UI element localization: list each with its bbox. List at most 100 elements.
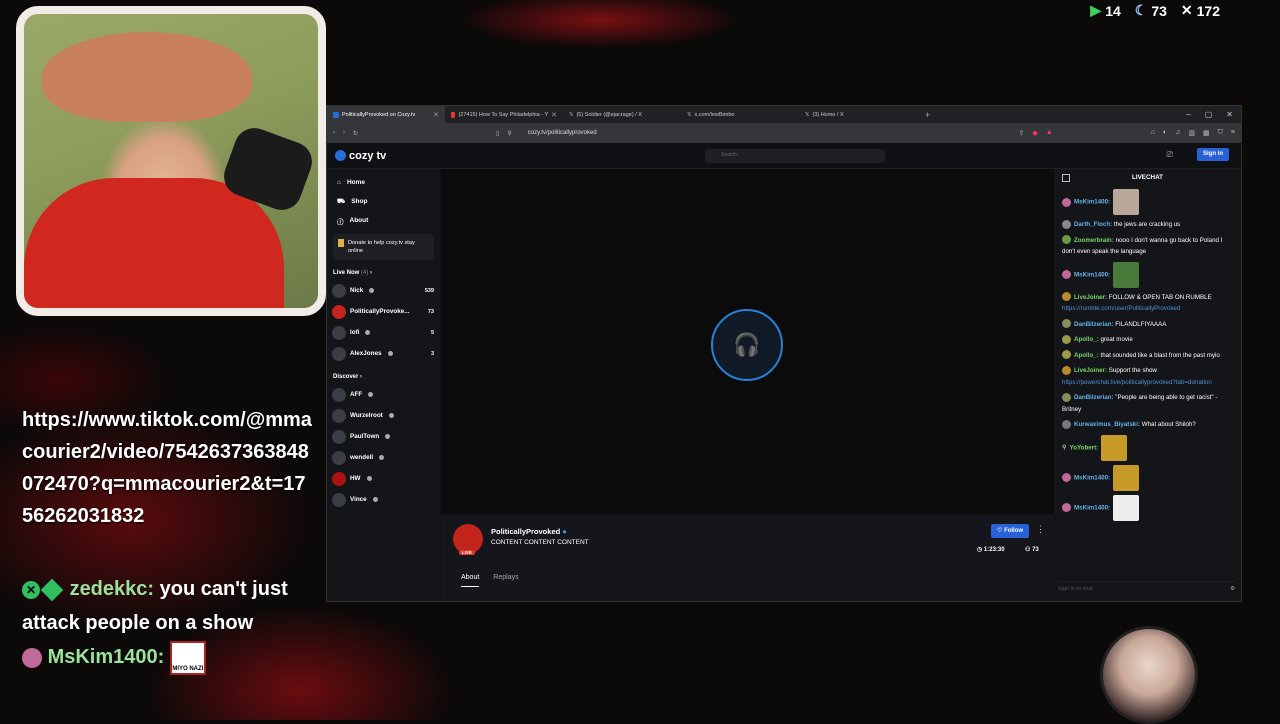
music-icon[interactable]: ♫ (1175, 129, 1180, 137)
discover-header[interactable]: Discover › (327, 368, 440, 384)
cowboy-hat (42, 32, 252, 122)
tab-strip: PoliticallyProvoked on Cozy.tv ✕ (27415) … (327, 106, 1241, 123)
url-field[interactable]: cozy.tv/politicallyprovoked (528, 130, 597, 136)
video-player[interactable]: 🎧 (441, 169, 1054, 514)
tab-replays[interactable]: Replays (493, 574, 518, 587)
menu-icon[interactable]: ≡ (1231, 129, 1235, 137)
close-window-icon[interactable]: ✕ (1226, 110, 1233, 119)
minimize-icon[interactable]: – (1186, 110, 1190, 119)
channel-lofi[interactable]: lofi 5 (327, 322, 440, 343)
sign-in-button[interactable]: Sign in (1197, 148, 1229, 161)
stream-info: LIVE PoliticallyProvoked ● CONTENT CONTE… (441, 514, 1054, 601)
tab-x-home[interactable]: 𝕏 (3) Home / X (799, 106, 917, 123)
chat-message: MsKim1400: (1054, 463, 1241, 493)
channel-paultown[interactable]: PaulTown (327, 426, 440, 447)
extension-icon[interactable]: ⌂ (1151, 129, 1155, 137)
chat-link[interactable]: https://powerchat.live/politicallyprovok… (1062, 379, 1212, 386)
chat-username[interactable]: MsKim1400: (1074, 199, 1110, 206)
chat-username[interactable]: LiveJoiner: (1074, 367, 1107, 374)
tab-cozy[interactable]: PoliticallyProvoked on Cozy.tv ✕ (327, 106, 445, 123)
chat-username[interactable]: DanBilzerian: (1074, 394, 1114, 401)
cast-icon[interactable]: ⎚ (1167, 150, 1173, 160)
user-badge-icon (1062, 392, 1071, 402)
chat-username[interactable]: Apollo_: (1074, 352, 1099, 359)
settings-icon[interactable]: ⚙ (1230, 586, 1235, 592)
share-icon[interactable]: ⇪ (1018, 129, 1024, 137)
bookmark-icon[interactable]: ▯ (496, 130, 499, 137)
channel-politicallyprovoked[interactable]: PoliticallyProvoke... 73 (327, 301, 440, 322)
more-options-icon[interactable]: ⋮ (1036, 524, 1045, 535)
channel-aff[interactable]: AFF (327, 384, 440, 405)
chat-username[interactable]: YoYobert: (1070, 444, 1099, 451)
rewards-icon[interactable]: ▲ (1046, 129, 1053, 137)
search-input[interactable]: Search (705, 149, 885, 163)
channel-wendell[interactable]: wendell (327, 447, 440, 468)
chat-username[interactable]: Darth_Floch: (1074, 221, 1112, 228)
tab-label: (5) Soldier (@ejacrage) / X (576, 111, 642, 118)
site-sidebar: ⌂ Home ⛟ Shop ⓘ About Donate to help cozy.t… (327, 169, 440, 601)
browser-window: PoliticallyProvoked on Cozy.tv ✕ (27415) … (326, 105, 1242, 602)
profile-icon[interactable]: ◐ (1163, 129, 1167, 137)
chat-username[interactable]: DanBilzerian: (1074, 321, 1114, 328)
chat-username[interactable]: MsKim1400: (1074, 474, 1110, 481)
sidebar-item-home[interactable]: ⌂ Home (327, 173, 440, 192)
wallet-icon[interactable]: ▦ (1203, 129, 1210, 137)
donate-banner[interactable]: Donate to help cozy.tv stay online (333, 234, 434, 260)
channel-nick[interactable]: Nick 539 (327, 280, 440, 301)
chat-username[interactable]: MsKim1400: (1074, 504, 1110, 511)
new-tab-icon[interactable]: + (917, 110, 938, 120)
channel-wurzelroot[interactable]: Wurzelroot (327, 405, 440, 426)
tab-x-soldier[interactable]: 𝕏 (5) Soldier (@ejacrage) / X (563, 106, 681, 123)
viewer-count: 5 (430, 329, 434, 336)
overlay-chat-line: MsKim1400: MIYO NAZI (22, 640, 312, 675)
channel-alexjones[interactable]: AlexJones 3 (327, 343, 440, 364)
channel-name: PaulTown (350, 433, 380, 440)
forward-icon[interactable]: › (343, 130, 345, 136)
site-info-icon[interactable]: ⚲ (507, 130, 511, 137)
sidebar-icon[interactable]: ▥ (1188, 129, 1195, 137)
tab-x-lewbimbo[interactable]: 𝕏x.com/lewBimbo (681, 106, 799, 123)
viewers-text: 73 (1032, 547, 1039, 553)
collapse-chat-icon[interactable] (1062, 174, 1070, 182)
tab-youtube[interactable]: (27415) How To Say Philadelphia - Y ✕ (445, 106, 563, 123)
brave-shield-icon[interactable]: ◆ (1032, 129, 1037, 137)
chat-message: MsKim1400: (1054, 260, 1241, 290)
chat-username[interactable]: Zoomerbrain: (1074, 237, 1114, 244)
channel-vince[interactable]: Vince (327, 489, 440, 510)
close-tab-icon[interactable]: ✕ (433, 111, 439, 119)
chat-message: MsKim1400: (1054, 187, 1241, 217)
chat-username[interactable]: Apollo_: (1074, 336, 1099, 343)
chat-username[interactable]: LiveJoiner: (1074, 294, 1107, 301)
chat-link[interactable]: https://rumble.com/user/PoliticallyProvo… (1062, 305, 1180, 312)
follow-label: Follow (1004, 528, 1024, 534)
chat-username[interactable]: MsKim1400: (1074, 271, 1110, 278)
back-icon[interactable]: ‹ (333, 130, 335, 136)
vpn-icon[interactable]: ⛉ (1218, 129, 1223, 137)
tab-label: (3) Home / X (812, 111, 844, 118)
live-badge: LIVE (459, 550, 476, 555)
channel-hw[interactable]: HW (327, 468, 440, 489)
chat-text: the jews are cracking us (1113, 221, 1181, 228)
cozy-logo[interactable]: cozy tv (335, 150, 386, 162)
chat-username[interactable]: Kurwaximus_Biyatski: (1074, 421, 1140, 428)
tab-about[interactable]: About (461, 574, 480, 587)
follow-button[interactable]: ♡ Follow (991, 524, 1030, 538)
play-icon: ▶ (1090, 2, 1102, 18)
reload-icon[interactable]: ↻ (353, 130, 358, 137)
streamer-name[interactable]: PoliticallyProvoked ● (491, 527, 567, 536)
chat-message: DanBilzerian: FILANDLFIYAAAA (1054, 317, 1241, 333)
sidebar-item-shop[interactable]: ⛟ Shop (327, 192, 440, 211)
verified-icon (385, 434, 391, 439)
window-controls: – ▢ ✕ (1186, 110, 1241, 119)
user-badge-icon (1062, 365, 1071, 375)
maximize-icon[interactable]: ▢ (1205, 110, 1213, 119)
user-badge-icon (1062, 235, 1071, 245)
sidebar-item-about[interactable]: ⓘ About (327, 211, 440, 230)
live-now-header[interactable]: Live Now (4) › (327, 264, 440, 280)
overlay-username: zedekkc: (69, 578, 155, 600)
user-badge-icon (1062, 350, 1071, 360)
close-tab-icon[interactable]: ✕ (551, 111, 557, 119)
channel-name: Nick (350, 287, 364, 294)
channel-name: AFF (350, 391, 363, 398)
chat-input[interactable]: Sign in to chat ⚙ (1058, 581, 1235, 595)
